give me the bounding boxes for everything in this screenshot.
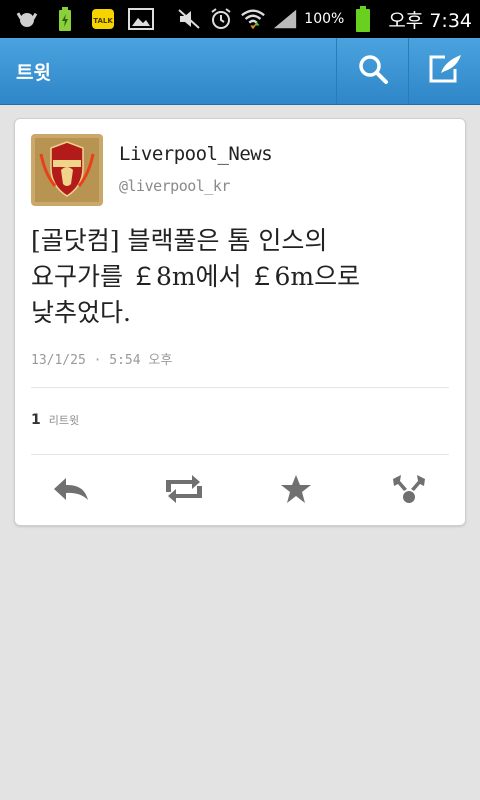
retweet-icon <box>162 474 206 508</box>
page-title: 트윗 <box>16 61 51 84</box>
alarm-icon <box>208 7 234 31</box>
retweet-stats[interactable]: 1 리트윗 <box>31 412 79 428</box>
divider <box>31 454 449 455</box>
share-button[interactable] <box>379 471 439 511</box>
retweet-count: 1 <box>31 412 41 428</box>
android-icon <box>14 7 40 31</box>
mute-icon <box>176 7 202 31</box>
tweet-card: Liverpool_News @liverpool_kr [골닷컴] 블랙풀은 … <box>14 118 466 526</box>
tweet-actions <box>15 469 465 513</box>
signal-icon <box>272 7 298 31</box>
tweet-timestamp: 13/1/25 · 5:54 오후 <box>31 353 173 368</box>
tweet-text: [골닷컴] 블랙풀은 톰 인스의 요구가를 ￡8m에서 ￡6m으로 낮추었다. <box>31 226 361 327</box>
divider <box>31 387 449 388</box>
author-name[interactable]: Liverpool_News <box>119 143 273 165</box>
retweet-button[interactable] <box>154 471 214 511</box>
wifi-icon <box>240 7 266 31</box>
gallery-icon <box>128 7 154 31</box>
status-time: 오후 7:34 <box>388 9 472 32</box>
author-handle[interactable]: @liverpool_kr <box>119 177 230 195</box>
status-bar: TALK 100% 오후 7:34 <box>0 0 480 38</box>
battery-icon <box>350 6 376 32</box>
compose-icon <box>427 53 463 89</box>
avatar[interactable] <box>31 134 103 206</box>
compose-button[interactable] <box>408 38 480 104</box>
reply-button[interactable] <box>41 471 101 511</box>
action-bar: 트윗 <box>0 38 480 105</box>
search-icon <box>357 53 389 89</box>
favorite-icon <box>280 474 312 508</box>
reply-icon <box>52 474 90 508</box>
search-button[interactable] <box>336 38 408 104</box>
svg-text:TALK: TALK <box>93 17 113 25</box>
battery-charging-icon <box>52 7 78 31</box>
favorite-button[interactable] <box>266 471 326 511</box>
battery-percent: 100% <box>304 11 345 27</box>
kakaotalk-icon: TALK <box>90 7 116 31</box>
share-icon <box>391 473 427 509</box>
retweet-label: 리트윗 <box>48 414 80 427</box>
